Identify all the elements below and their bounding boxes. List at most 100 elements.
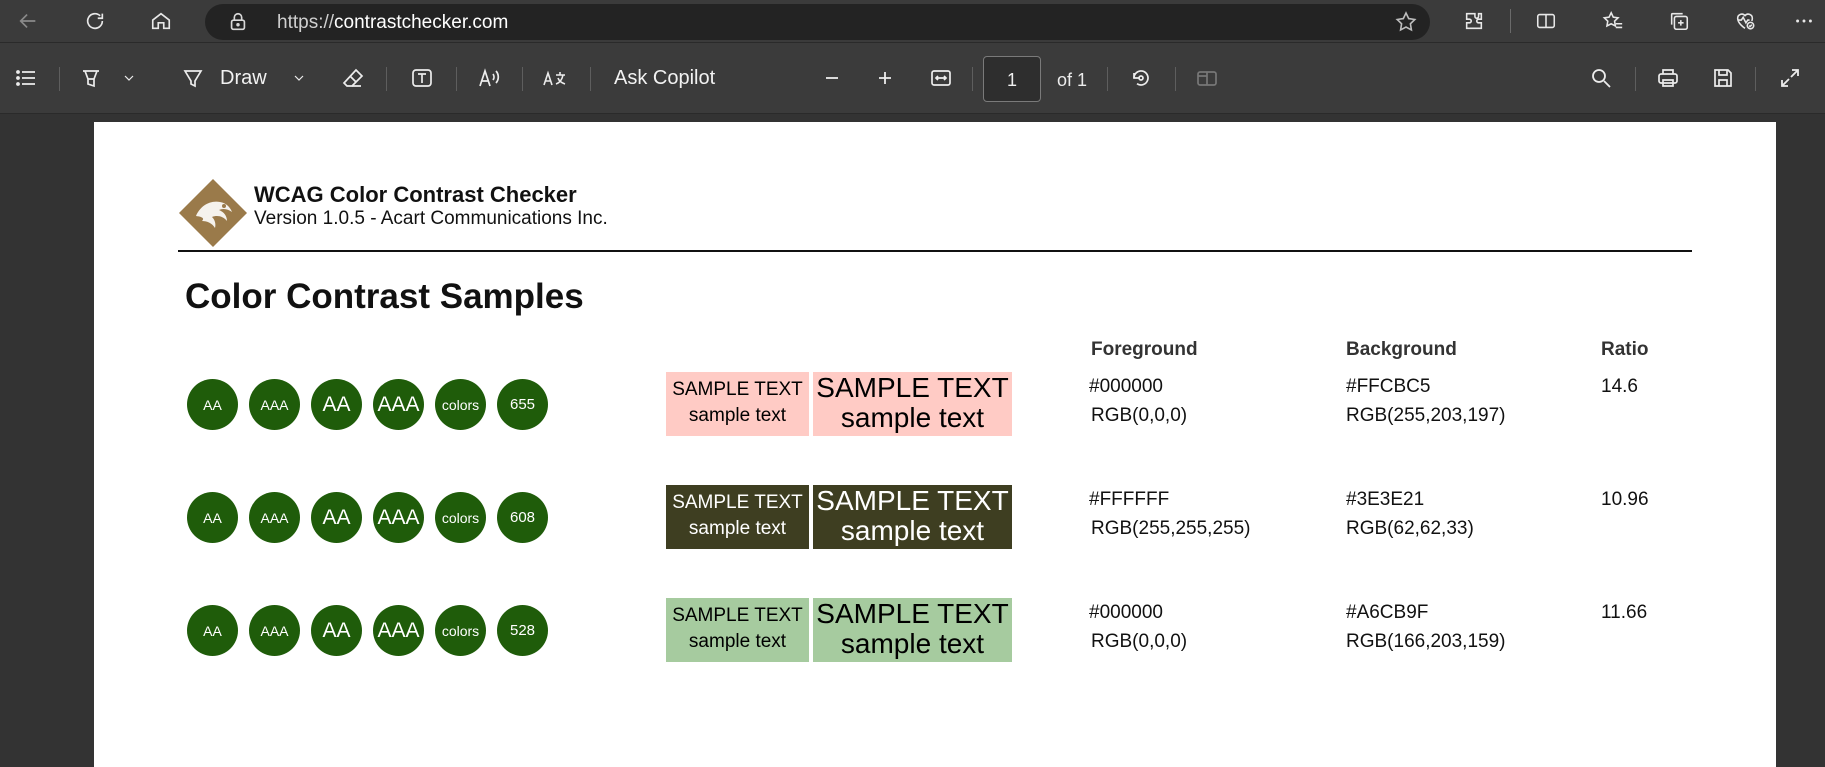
url-domain: contrastchecker.com <box>334 12 509 33</box>
sample-lower-text: sample text <box>688 631 787 652</box>
contrast-ratio: 14.6 <box>1601 376 1638 397</box>
wcag-aa-small-badge: AA <box>187 492 238 543</box>
favorites-icon[interactable] <box>1597 6 1629 36</box>
eraser-icon[interactable] <box>336 61 370 95</box>
foreground-header: Foreground <box>1091 339 1198 360</box>
ask-copilot-button[interactable]: Ask Copilot <box>614 61 734 95</box>
background-rgb: RGB(166,203,159) <box>1346 631 1506 652</box>
sample-lower-text: sample text <box>840 402 985 433</box>
extensions-icon[interactable] <box>1458 6 1490 36</box>
draw-dropdown-chevron-icon[interactable] <box>288 61 310 95</box>
address-bar[interactable]: https://contrastchecker.com <box>205 4 1430 40</box>
zoom-out-icon[interactable] <box>815 61 849 95</box>
print-icon[interactable] <box>1651 61 1685 95</box>
fit-to-width-icon[interactable] <box>924 61 958 95</box>
colors-badge: colors <box>435 379 486 430</box>
toolbar-divider <box>59 67 60 91</box>
wcag-aaa-large-badge: AAA <box>373 605 424 656</box>
toolbar-divider <box>1510 9 1511 33</box>
background-rgb: RGB(255,203,197) <box>1346 405 1506 426</box>
draw-icon[interactable] <box>176 61 210 95</box>
translate-icon[interactable] <box>538 61 574 95</box>
sample-small-text-box: SAMPLE TEXT sample text <box>666 485 809 549</box>
toolbar-divider <box>590 67 591 91</box>
favorite-star-icon[interactable] <box>1394 10 1418 39</box>
save-icon[interactable] <box>1706 61 1740 95</box>
foreground-hex: #000000 <box>1089 376 1163 397</box>
wcag-aa-large-badge: AA <box>311 605 362 656</box>
toolbar-divider <box>1107 67 1108 91</box>
contrast-ratio: 10.96 <box>1601 489 1649 510</box>
fullscreen-icon[interactable] <box>1773 61 1807 95</box>
page-number-input[interactable]: 1 <box>983 56 1041 102</box>
back-arrow-icon[interactable] <box>12 6 44 36</box>
toolbar-divider <box>522 67 523 91</box>
toolbar-divider <box>1635 67 1636 91</box>
sample-small-text-box: SAMPLE TEXT sample text <box>666 372 809 436</box>
sample-upper-text: SAMPLE TEXT <box>672 605 803 626</box>
app-title: WCAG Color Contrast Checker <box>254 182 577 207</box>
page-title: Color Contrast Samples <box>185 277 584 316</box>
foreground-rgb: RGB(0,0,0) <box>1091 405 1188 426</box>
zoom-in-icon[interactable] <box>868 61 902 95</box>
app-version: Version 1.0.5 - Acart Communications Inc… <box>254 208 608 229</box>
home-icon[interactable] <box>145 6 177 36</box>
color-difference-badge: 608 <box>497 492 548 543</box>
background-hex: #FFCBC5 <box>1346 376 1431 397</box>
browser-toolbar: https://contrastchecker.com <box>0 0 1825 42</box>
background-hex: #A6CB9F <box>1346 602 1429 623</box>
sample-large-text-box: SAMPLE TEXT sample text <box>813 485 1012 549</box>
foreground-hex: #000000 <box>1089 602 1163 623</box>
collections-icon[interactable] <box>1663 6 1695 36</box>
lock-icon[interactable] <box>227 11 249 38</box>
rotate-icon[interactable] <box>1124 61 1158 95</box>
wcag-aaa-small-badge: AAA <box>249 492 300 543</box>
more-menu-icon[interactable] <box>1788 6 1820 36</box>
toolbar-divider <box>1175 67 1176 91</box>
sample-row: AA AAA AA AAA colors 608 SAMPLE TEXT sam… <box>94 485 1776 555</box>
sample-lower-text: sample text <box>840 515 985 546</box>
wcag-aa-small-badge: AA <box>187 605 238 656</box>
refresh-icon[interactable] <box>79 6 111 36</box>
colors-badge: colors <box>435 492 486 543</box>
toolbar-divider <box>456 67 457 91</box>
toolbar-divider <box>972 67 973 91</box>
sample-row: AA AAA AA AAA colors 528 SAMPLE TEXT sam… <box>94 598 1776 668</box>
sample-large-text-box: SAMPLE TEXT sample text <box>813 598 1012 662</box>
color-difference-badge: 528 <box>497 605 548 656</box>
wcag-aa-small-badge: AA <box>187 379 238 430</box>
add-text-icon[interactable] <box>405 61 439 95</box>
read-aloud-icon[interactable] <box>472 61 506 95</box>
draw-button[interactable]: Draw <box>220 61 280 95</box>
color-difference-badge: 655 <box>497 379 548 430</box>
page-count-label: of 1 <box>1057 70 1088 90</box>
sample-upper-text: SAMPLE TEXT <box>672 379 803 400</box>
sample-lower-text: sample text <box>688 518 787 539</box>
sample-lower-text: sample text <box>688 405 787 426</box>
url-text[interactable]: https://contrastchecker.com <box>277 12 508 34</box>
wcag-aa-large-badge: AA <box>311 492 362 543</box>
pdf-page: WCAG Color Contrast Checker Version 1.0.… <box>94 122 1776 767</box>
wcag-aaa-large-badge: AAA <box>373 379 424 430</box>
search-icon[interactable] <box>1584 61 1618 95</box>
toolbar-divider <box>1755 67 1756 91</box>
foreground-rgb: RGB(0,0,0) <box>1091 631 1188 652</box>
highlight-dropdown-chevron-icon[interactable] <box>118 61 140 95</box>
sample-upper-text: SAMPLE TEXT <box>816 598 1009 629</box>
background-header: Background <box>1346 339 1457 360</box>
page-view-icon <box>1190 61 1224 95</box>
foreground-rgb: RGB(255,255,255) <box>1091 518 1251 539</box>
table-of-contents-icon[interactable] <box>10 61 42 95</box>
browser-essentials-icon[interactable] <box>1729 6 1761 36</box>
split-screen-icon[interactable] <box>1530 6 1562 36</box>
sample-small-text-box: SAMPLE TEXT sample text <box>666 598 809 662</box>
sample-upper-text: SAMPLE TEXT <box>816 372 1009 403</box>
acart-logo <box>178 178 248 248</box>
wcag-aa-large-badge: AA <box>311 379 362 430</box>
url-prefix: https:// <box>277 12 335 33</box>
ratio-header: Ratio <box>1601 339 1649 360</box>
wcag-aaa-small-badge: AAA <box>249 605 300 656</box>
ask-copilot-label: Ask Copilot <box>614 66 716 89</box>
highlight-icon[interactable] <box>74 61 108 95</box>
toolbar-divider <box>386 67 387 91</box>
